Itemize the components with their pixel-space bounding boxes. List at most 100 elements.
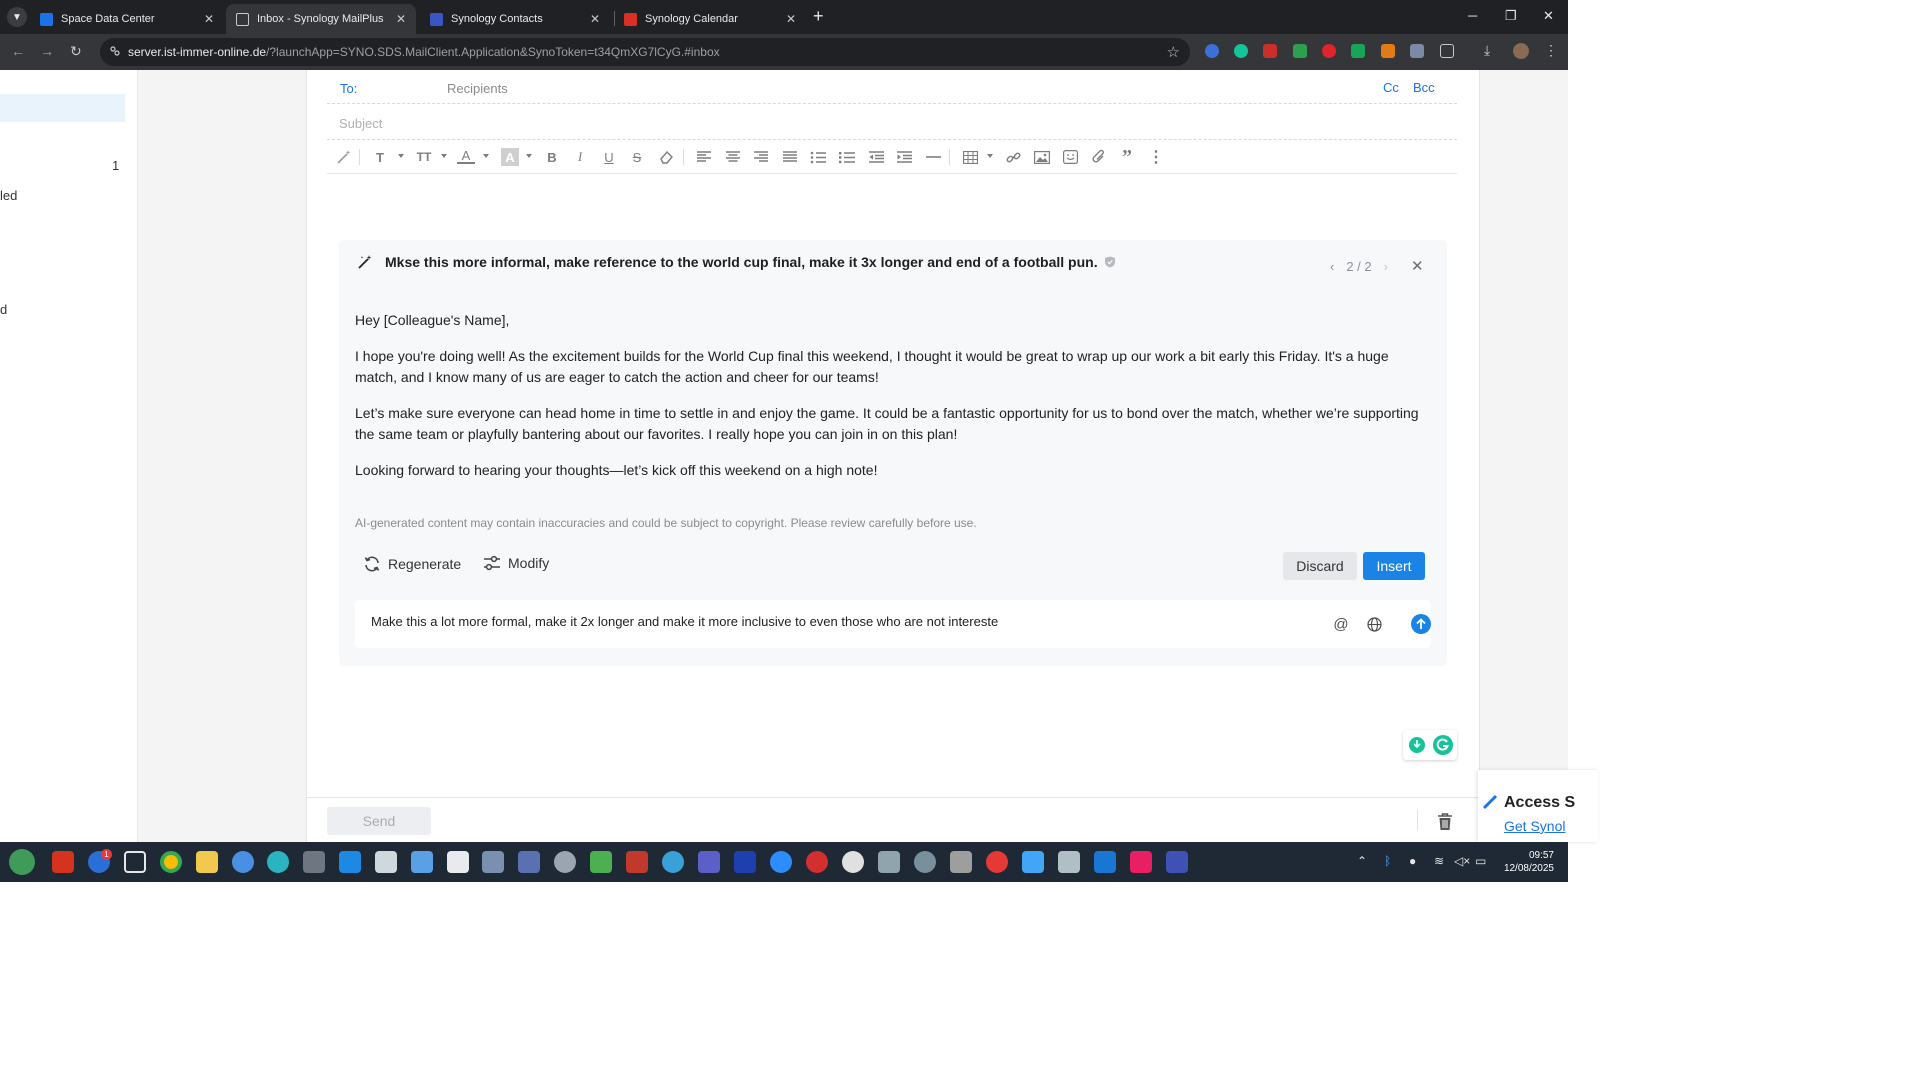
regenerate-button[interactable]: Regenerate [363, 555, 461, 573]
ordered-list-icon[interactable] [809, 148, 827, 166]
battery-icon[interactable]: ▭ [1475, 854, 1486, 868]
profile-avatar[interactable] [1513, 43, 1529, 59]
taskbar-app-icon[interactable] [1166, 851, 1188, 873]
mention-icon[interactable]: @ [1332, 615, 1350, 633]
microphone-icon[interactable]: ● [1409, 854, 1416, 868]
align-center-icon[interactable] [724, 148, 742, 166]
taskbar-app-icon[interactable] [590, 851, 612, 873]
close-tab-icon[interactable]: ✕ [204, 12, 214, 26]
italic-icon[interactable]: I [571, 148, 589, 166]
address-bar[interactable]: server.ist-immer-online.de/?launchApp=SY… [100, 38, 1190, 66]
close-ai-panel-icon[interactable]: ✕ [1411, 257, 1424, 275]
close-window-icon[interactable]: ✕ [1543, 8, 1554, 24]
adblock-extension-icon[interactable] [1263, 44, 1277, 58]
bcc-link[interactable]: Bcc [1413, 80, 1435, 95]
tab-search-button[interactable]: ▼ [7, 7, 27, 27]
bluetooth-icon[interactable]: ᛒ [1384, 854, 1391, 868]
modify-button[interactable]: Modify [483, 555, 549, 571]
browser-menu-icon[interactable]: ⋮ [1544, 42, 1558, 58]
taskbar-app-icon[interactable] [878, 851, 900, 873]
recipients-input[interactable] [447, 77, 1347, 99]
next-result-icon[interactable]: › [1384, 259, 1388, 274]
extension-icon[interactable] [1351, 44, 1365, 58]
notification-link[interactable]: Get Synol [1504, 818, 1565, 834]
close-tab-icon[interactable]: ✕ [396, 12, 406, 26]
new-tab-button[interactable]: + [813, 7, 824, 25]
tab-synology-calendar[interactable]: Synology Calendar ✕ [614, 4, 806, 34]
forward-icon[interactable]: → [40, 43, 54, 59]
close-tab-icon[interactable]: ✕ [590, 12, 600, 26]
extensions-puzzle-icon[interactable] [1440, 44, 1454, 58]
taskbar-app-icon[interactable] [232, 851, 254, 873]
taskbar-clock[interactable]: 09:57 12/08/2025 [1498, 849, 1554, 875]
align-left-icon[interactable] [695, 148, 713, 166]
taskbar-app-icon[interactable] [806, 851, 828, 873]
file-explorer-icon[interactable] [196, 851, 218, 873]
taskbar-app-icon[interactable] [1094, 851, 1116, 873]
emoji-icon[interactable] [1061, 148, 1079, 166]
more-options-icon[interactable]: ⋮ [1147, 148, 1165, 166]
outdent-icon[interactable] [867, 148, 885, 166]
taskbar-app-icon[interactable] [52, 851, 74, 873]
minimize-icon[interactable]: ─ [1468, 8, 1477, 23]
bookmark-star-icon[interactable]: ☆ [1167, 43, 1180, 61]
trash-icon[interactable] [1437, 813, 1453, 831]
ai-writing-icon[interactable] [335, 148, 353, 166]
insert-button[interactable]: Insert [1363, 552, 1425, 580]
link-icon[interactable] [1004, 148, 1022, 166]
grammarly-widget[interactable] [1403, 730, 1457, 760]
attachment-icon[interactable] [1090, 148, 1108, 166]
send-button[interactable]: Send [327, 807, 431, 835]
underline-icon[interactable]: U [600, 148, 618, 166]
image-icon[interactable] [1033, 148, 1051, 166]
quote-icon[interactable]: ” [1118, 146, 1136, 168]
taskbar-app-icon[interactable] [375, 851, 397, 873]
submit-prompt-button[interactable] [1411, 614, 1431, 634]
taskbar-app-icon[interactable] [411, 851, 433, 873]
taskbar-app-icon[interactable] [124, 851, 146, 873]
bullet-list-icon[interactable] [838, 148, 856, 166]
chevron-down-icon[interactable] [483, 154, 489, 158]
back-icon[interactable]: ← [11, 43, 25, 59]
chevron-down-icon[interactable] [987, 154, 993, 158]
downloads-icon[interactable]: ⤓ [1484, 42, 1498, 58]
taskbar-app-icon[interactable] [842, 851, 864, 873]
table-icon[interactable] [961, 148, 979, 166]
download-extension-icon[interactable] [1293, 44, 1307, 58]
taskbar-app-icon[interactable] [950, 851, 972, 873]
text-color-icon[interactable]: A [457, 148, 475, 164]
font-family-icon[interactable]: T [371, 148, 389, 166]
tab-synology-contacts[interactable]: Synology Contacts ✕ [420, 4, 610, 34]
clear-format-icon[interactable] [657, 148, 675, 166]
chrome-taskbar-icon[interactable] [160, 851, 182, 873]
horizontal-rule-icon[interactable] [924, 148, 942, 166]
zoom-taskbar-icon[interactable] [770, 851, 792, 873]
start-button-icon[interactable] [9, 849, 35, 875]
calculator-taskbar-icon[interactable] [1058, 851, 1080, 873]
tab-space-data-center[interactable]: Space Data Center ✕ [30, 4, 224, 34]
tray-overflow-icon[interactable]: ⌃ [1357, 854, 1367, 868]
taskbar-app-icon[interactable] [662, 851, 684, 873]
chevron-down-icon[interactable] [441, 154, 447, 158]
volume-muted-icon[interactable]: ◁× [1454, 854, 1470, 868]
close-tab-icon[interactable]: ✕ [786, 12, 796, 26]
taskbar-app-icon[interactable] [1130, 851, 1152, 873]
grammarly-extension-icon[interactable] [1234, 44, 1248, 58]
site-info-icon[interactable] [109, 45, 121, 57]
teams-taskbar-icon[interactable] [698, 851, 720, 873]
chevron-down-icon[interactable] [398, 154, 404, 158]
font-size-icon[interactable]: TT [415, 148, 433, 166]
taskbar-app-icon[interactable] [914, 851, 936, 873]
taskbar-app-icon[interactable] [734, 851, 756, 873]
to-label[interactable]: To: [340, 81, 357, 96]
align-justify-icon[interactable] [781, 148, 799, 166]
extension-icon[interactable] [1381, 44, 1395, 58]
sidebar-item-label[interactable]: led [0, 188, 17, 203]
strikethrough-icon[interactable]: S [628, 148, 646, 166]
bold-icon[interactable]: B [543, 148, 561, 166]
align-right-icon[interactable] [752, 148, 770, 166]
extension-icon[interactable] [1205, 44, 1219, 58]
ai-prompt-input[interactable] [371, 614, 1311, 629]
taskbar-app-icon[interactable] [518, 851, 540, 873]
tab-inbox-mailplus[interactable]: Inbox - Synology MailPlus ✕ [226, 4, 416, 34]
